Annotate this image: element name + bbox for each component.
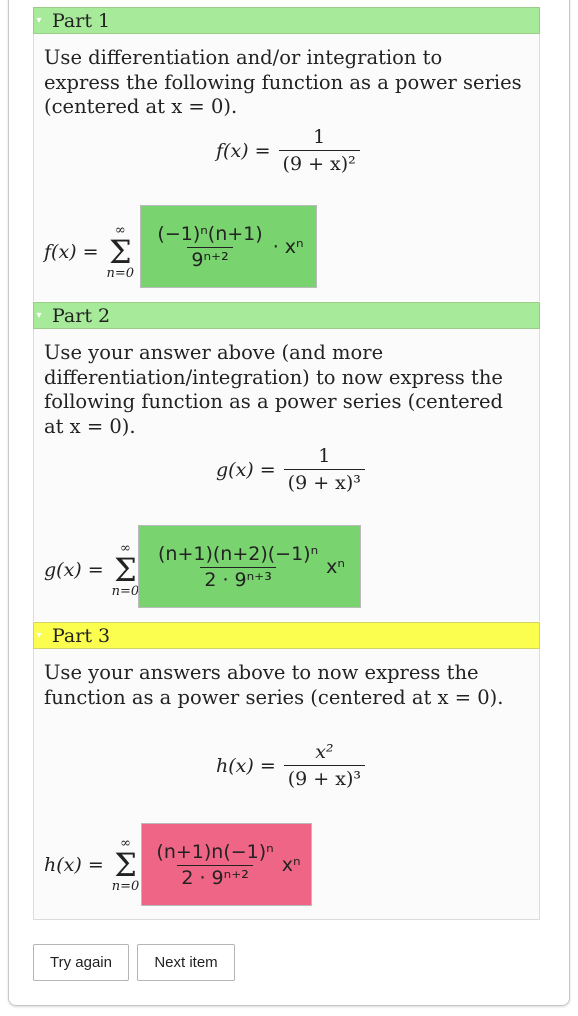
part-3-answer-box[interactable]: (n+1)n(−1)ⁿ 2 · 9ⁿ⁺² xⁿ [141,823,312,906]
part-3-question: Use your answers above to now express th… [44,661,504,709]
function-lhs: h(x) = [216,754,276,777]
sigma-symbol: ∞ Σ n=0 [111,836,140,894]
part-1-function-display: f(x) = 1 (9 + x)² [216,126,360,175]
sigma-symbol: ∞ Σ n=0 [111,541,140,599]
part-3-header[interactable]: ▾ Part 3 [33,622,540,649]
answer-fraction: (n+1)n(−1)ⁿ 2 · 9ⁿ⁺² [152,841,277,889]
answer-denominator: 9ⁿ⁺² [187,246,233,271]
function-lhs: g(x) = [216,458,276,481]
function-lhs: f(x) = [216,139,271,162]
part-3-function-display: h(x) = x² (9 + x)³ [216,741,365,790]
answer-denominator: 2 · 9ⁿ⁺³ [200,566,276,591]
part-2-body: Use your answer above (and more differen… [33,329,540,621]
answer-fraction: (n+1)(n+2)(−1)ⁿ 2 · 9ⁿ⁺³ [154,543,322,591]
part-2-answer-box[interactable]: (n+1)(n+2)(−1)ⁿ 2 · 9ⁿ⁺³ xⁿ [138,525,361,608]
part-3-sum-lhs: h(x) = ∞ Σ n=0 [44,837,145,893]
part-1-header[interactable]: ▾ Part 1 [33,7,540,34]
answer-suffix: xⁿ [281,853,301,876]
answer-numerator: (n+1)n(−1)ⁿ [156,840,274,863]
answer-fraction: (−1)ⁿ(n+1) 9ⁿ⁺² [153,223,266,271]
function-denominator: (9 + x)³ [283,469,365,494]
function-denominator: (9 + x)³ [283,765,365,790]
sum-lhs-label: f(x) = [44,241,99,263]
sigma-lower: n=0 [111,879,140,894]
sum-lhs-label: h(x) = [44,854,104,876]
part-2-header[interactable]: ▾ Part 2 [33,302,540,329]
answer-suffix: · xⁿ [272,235,304,258]
chevron-down-icon[interactable]: ▾ [34,8,44,34]
part-2-title: Part 2 [52,304,111,327]
function-numerator: x² [315,741,334,763]
sum-lhs-label: g(x) = [44,559,104,581]
answer-numerator: (n+1)(n+2)(−1)ⁿ [158,542,319,565]
answer-numerator: (−1)ⁿ(n+1) [157,222,263,245]
function-numerator: 1 [318,445,331,467]
part-1-title: Part 1 [52,9,111,32]
part-3-title: Part 3 [52,624,111,647]
function-fraction: x² (9 + x)³ [283,741,365,790]
sigma-lower: n=0 [106,266,135,281]
part-1-body: Use differentiation and/or integration t… [33,34,540,301]
next-item-button[interactable]: Next item [137,944,235,981]
function-fraction: 1 (9 + x)² [278,126,360,175]
part-1-question: Use differentiation and/or integration t… [44,46,522,118]
part-2-function-display: g(x) = 1 (9 + x)³ [216,445,365,494]
sigma-lower: n=0 [111,584,140,599]
part-2-sum-lhs: g(x) = ∞ Σ n=0 [44,542,145,598]
function-denominator: (9 + x)² [278,150,360,175]
part-1-sum-lhs: f(x) = ∞ Σ n=0 [44,224,140,280]
function-numerator: 1 [313,126,326,148]
part-1-answer-box[interactable]: (−1)ⁿ(n+1) 9ⁿ⁺² · xⁿ [140,205,317,288]
chevron-down-icon[interactable]: ▾ [34,303,44,329]
try-again-button[interactable]: Try again [33,944,129,981]
function-fraction: 1 (9 + x)³ [283,445,365,494]
part-3-body: Use your answers above to now express th… [33,649,540,920]
chevron-down-icon[interactable]: ▾ [34,623,44,649]
sigma-symbol: ∞ Σ n=0 [106,223,135,281]
part-2-question: Use your answer above (and more differen… [44,341,503,438]
answer-suffix: xⁿ [326,555,345,578]
answer-denominator: 2 · 9ⁿ⁺² [177,864,253,889]
